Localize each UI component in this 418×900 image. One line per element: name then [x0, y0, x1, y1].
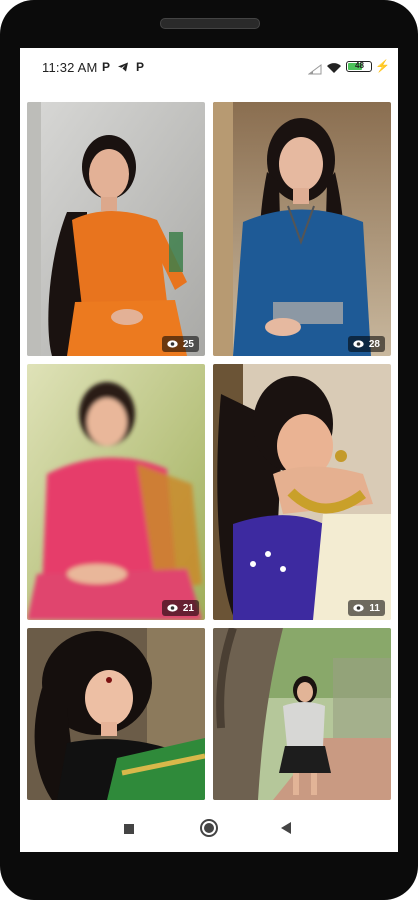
- view-count-badge: 21: [161, 600, 199, 616]
- wifi-icon: [326, 61, 342, 79]
- screen: 11:32 AM P P 48 ⚡ 25 28 21 11: [20, 48, 398, 852]
- gallery-tile[interactable]: 25: [27, 102, 205, 356]
- view-count: 11: [369, 602, 380, 614]
- gallery-tile[interactable]: 28: [213, 102, 391, 356]
- view-count-badge: 28: [347, 336, 385, 352]
- photo-woman-pink-outfit: [27, 364, 205, 620]
- image-grid: 25 28 21 11: [27, 102, 391, 800]
- photo-woman-blue-outfit: [213, 102, 391, 356]
- p-icon: P: [136, 60, 145, 74]
- clock: 11:32 AM: [42, 60, 98, 75]
- phone-frame: 11:32 AM P P 48 ⚡ 25 28 21 11: [0, 0, 418, 900]
- telegram-icon: [117, 60, 129, 78]
- eye-icon: [353, 340, 364, 348]
- eye-icon: [167, 340, 178, 348]
- battery-label: 48: [355, 61, 364, 70]
- square-icon: [124, 824, 134, 834]
- view-count-badge: 25: [161, 336, 199, 352]
- gallery-tile[interactable]: [27, 628, 205, 800]
- status-bar: 11:32 AM P P 48 ⚡: [20, 48, 398, 88]
- gallery-tile[interactable]: 21: [27, 364, 205, 620]
- navigation-bar: [20, 802, 398, 852]
- eye-icon: [353, 604, 365, 612]
- battery-icon: 48: [346, 61, 372, 72]
- speaker-grille: [160, 18, 260, 29]
- eye-icon: [167, 604, 178, 612]
- home-button[interactable]: [199, 818, 219, 843]
- signal-icon: [307, 62, 322, 80]
- triangle-back-icon: [281, 822, 291, 834]
- photo-woman-under-tree: [213, 628, 391, 800]
- p-icon: P: [102, 60, 111, 74]
- view-count-badge: 11: [348, 600, 385, 616]
- charging-icon: ⚡: [375, 59, 390, 73]
- back-button[interactable]: [280, 821, 292, 840]
- view-count: 21: [182, 602, 194, 614]
- view-count: 25: [182, 338, 194, 350]
- photo-woman-green-saree: [27, 628, 205, 800]
- photo-woman-orange-outfit: [27, 102, 205, 356]
- photo-woman-purple-blouse: [213, 364, 391, 620]
- gallery-tile[interactable]: 11: [213, 364, 391, 620]
- circle-icon: [200, 819, 218, 837]
- gallery-tile[interactable]: [213, 628, 391, 800]
- view-count: 28: [368, 338, 380, 350]
- recents-button[interactable]: [123, 822, 135, 840]
